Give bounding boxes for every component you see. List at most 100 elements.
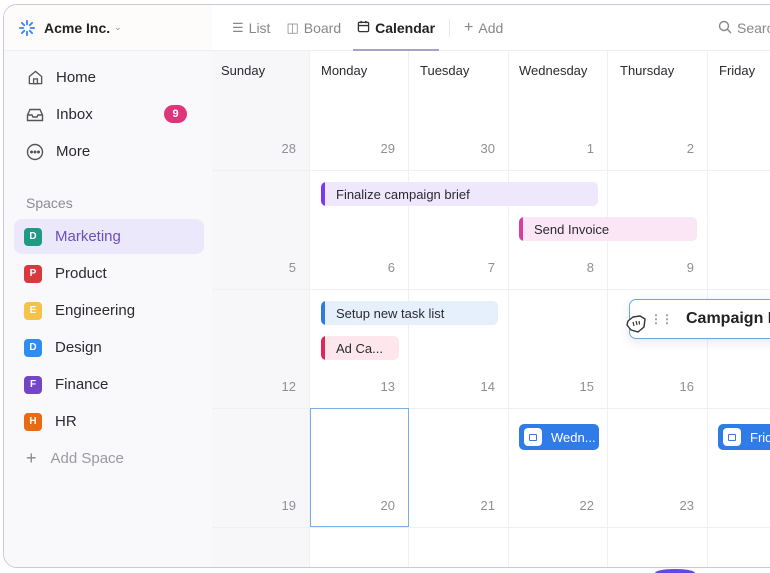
day-number[interactable]: 16 xyxy=(654,379,694,394)
event-color-bar xyxy=(321,336,325,360)
day-header-friday: Friday xyxy=(719,63,756,78)
day-header-thursday: Thursday xyxy=(620,63,675,78)
main-nav: Home Inbox 9 More xyxy=(4,51,212,170)
day-number[interactable]: 13 xyxy=(355,379,395,394)
day-number[interactable]: 5 xyxy=(256,260,296,275)
task-icon xyxy=(524,428,542,446)
space-item-engineering[interactable]: E Engineering xyxy=(4,293,212,328)
space-label: Engineering xyxy=(55,302,136,319)
space-item-product[interactable]: P Product xyxy=(4,256,212,291)
space-label: HR xyxy=(55,413,77,430)
day-number[interactable]: 29 xyxy=(355,141,395,156)
row-divider xyxy=(212,527,770,528)
column-divider xyxy=(607,51,608,567)
space-avatar: D xyxy=(24,338,42,357)
day-header-tuesday: Tuesday xyxy=(420,63,470,78)
day-number[interactable]: 15 xyxy=(554,379,594,394)
nav-item-inbox[interactable]: Inbox 9 xyxy=(4,96,212,133)
event-chip-friday[interactable]: Friday xyxy=(718,424,770,450)
day-number[interactable]: 1 xyxy=(554,141,594,156)
list-icon: ☰ xyxy=(232,19,244,35)
day-number[interactable]: 2 xyxy=(654,141,694,156)
event-finalize-campaign-brief[interactable]: Finalize campaign brief xyxy=(321,182,598,206)
day-number[interactable]: 19 xyxy=(256,498,296,513)
day-number[interactable]: 22 xyxy=(554,498,594,513)
nav-item-home[interactable]: Home xyxy=(4,59,212,96)
tab-calendar[interactable]: Calendar xyxy=(349,5,443,51)
nav-item-label: More xyxy=(56,143,91,160)
day-number[interactable]: 9 xyxy=(654,260,694,275)
chip-title: Friday xyxy=(750,429,770,445)
nav-item-label: Home xyxy=(56,69,97,86)
space-label: Design xyxy=(55,339,102,356)
row-divider xyxy=(212,170,770,171)
tab-board[interactable]: ◫ Board xyxy=(278,5,349,51)
event-color-bar xyxy=(321,182,325,206)
search-icon xyxy=(718,20,732,37)
day-number[interactable]: 30 xyxy=(455,141,495,156)
space-item-design[interactable]: D Design xyxy=(4,330,212,365)
nav-item-more[interactable]: More xyxy=(4,133,212,170)
spinner-logo-icon xyxy=(18,19,36,36)
day-header-sunday: Sunday xyxy=(221,63,266,78)
tab-label: Board xyxy=(303,19,342,36)
day-number[interactable]: 6 xyxy=(355,260,395,275)
search-label: Search xyxy=(737,20,770,36)
event-send-invoice[interactable]: Send Invoice xyxy=(519,217,697,241)
day-number[interactable]: 8 xyxy=(554,260,594,275)
day-number[interactable]: 14 xyxy=(455,379,495,394)
drag-handle-icon[interactable]: ⋮⋮ xyxy=(650,312,673,326)
dragging-event-title: Campaign Launch xyxy=(686,310,770,327)
plus-icon: + xyxy=(464,18,474,36)
day-number[interactable]: 12 xyxy=(256,379,296,394)
day-number[interactable]: 21 xyxy=(455,498,495,513)
search-button[interactable]: Search xyxy=(718,5,770,51)
tab-label: Calendar xyxy=(375,19,436,36)
event-title: Send Invoice xyxy=(534,221,610,237)
event-setup-new-task-list[interactable]: Setup new task list xyxy=(321,301,498,325)
event-chip-wednesday[interactable]: Wedn... xyxy=(519,424,599,450)
space-avatar: P xyxy=(24,264,42,283)
spaces-list: D Marketing P Product E Engineering D De… xyxy=(4,219,212,476)
inbox-count-badge: 9 xyxy=(164,105,187,123)
workspace-name: Acme Inc. xyxy=(44,19,111,36)
event-color-bar xyxy=(321,301,325,325)
space-avatar: D xyxy=(24,227,42,246)
dragging-event-card[interactable]: ⋮⋮ Campaign Launch xyxy=(629,299,770,339)
tab-list[interactable]: ☰ List xyxy=(224,5,278,51)
day-number[interactable]: 7 xyxy=(455,260,495,275)
day-header-wednesday: Wednesday xyxy=(519,63,588,78)
home-icon xyxy=(26,69,44,87)
sunday-column-bg xyxy=(212,51,309,567)
tab-label: List xyxy=(248,19,271,36)
sidebar: Acme Inc. ⌄ Home Inbox 9 More Spaces D M… xyxy=(4,5,212,567)
event-ad-campaign[interactable]: Ad Ca... xyxy=(321,336,399,360)
more-icon xyxy=(26,143,44,161)
event-title: Setup new task list xyxy=(336,305,445,321)
space-item-marketing[interactable]: D Marketing xyxy=(14,219,204,254)
tab-divider xyxy=(449,18,451,37)
column-divider xyxy=(508,51,509,567)
day-number[interactable]: 28 xyxy=(256,141,296,156)
task-icon xyxy=(723,428,741,446)
chip-title: Wedn... xyxy=(551,429,596,445)
today-cell[interactable] xyxy=(310,408,409,527)
view-tabs-bar: ☰ List ◫ Board Calendar + Add Search xyxy=(212,5,770,51)
day-number[interactable]: 23 xyxy=(654,498,694,513)
space-avatar: E xyxy=(24,301,42,320)
event-title: Ad Ca... xyxy=(336,340,383,356)
event-color-bar xyxy=(519,217,523,241)
grab-hand-cursor-icon xyxy=(626,315,646,333)
workspace-switcher[interactable]: Acme Inc. ⌄ xyxy=(4,5,212,51)
space-item-hr[interactable]: H HR xyxy=(4,404,212,439)
add-space-button[interactable]: + Add Space xyxy=(4,441,212,476)
space-avatar: H xyxy=(24,412,42,431)
space-item-finance[interactable]: F Finance xyxy=(4,367,212,402)
spaces-heading: Spaces xyxy=(26,195,73,211)
add-space-label: Add Space xyxy=(50,450,124,467)
tab-label: Add xyxy=(478,19,504,36)
tab-add[interactable]: + Add xyxy=(456,5,511,51)
row-divider xyxy=(212,408,770,409)
day-header-monday: Monday xyxy=(321,63,368,78)
row-divider xyxy=(212,289,770,290)
